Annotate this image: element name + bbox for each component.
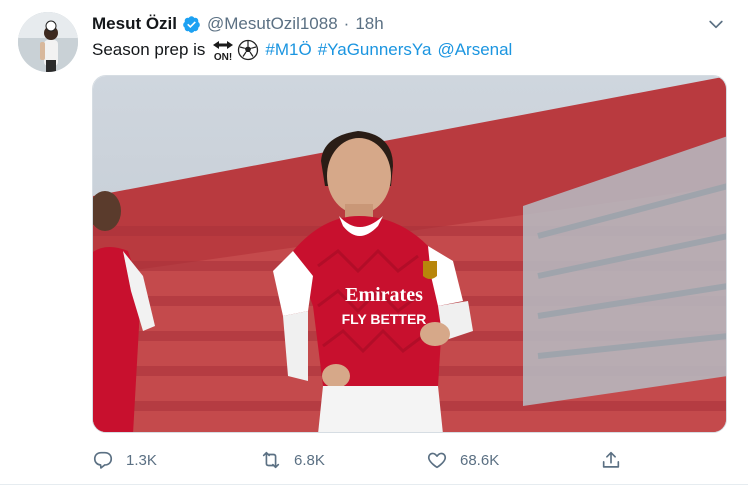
shirt-text-line-1: Emirates — [345, 284, 423, 306]
like-count: 68.6K — [460, 451, 500, 469]
on-emoji-label: ON! — [214, 52, 232, 62]
like-button[interactable]: 68.6K — [426, 446, 499, 474]
reply-button[interactable]: 1.3K — [92, 446, 157, 474]
heart-icon — [427, 452, 447, 469]
tweet-header: Mesut Özil @MesutOzil1088 · 18h — [92, 13, 728, 35]
share-icon — [602, 451, 620, 468]
author-name[interactable]: Mesut Özil — [92, 14, 177, 34]
tweet-time[interactable]: 18h — [355, 14, 383, 34]
mention-arsenal-link[interactable]: @Arsenal — [437, 38, 512, 62]
on-arrow-emoji-icon: ON! — [213, 41, 234, 62]
retweet-count: 6.8K — [294, 451, 325, 469]
share-button[interactable] — [600, 446, 634, 474]
author-handle[interactable]: @MesutOzil1088 — [207, 14, 338, 34]
separator-dot: · — [343, 14, 350, 33]
soccer-ball-emoji-icon — [238, 39, 259, 61]
reply-count: 1.3K — [126, 451, 157, 469]
chevron-down-icon[interactable] — [706, 14, 726, 34]
tweet-media-photo[interactable]: Emirates FLY BETTER — [92, 75, 727, 433]
retweet-icon — [262, 451, 280, 469]
tweet-text-prefix: Season prep is — [92, 40, 206, 59]
verified-badge-icon — [183, 15, 200, 33]
tweet-text: Season prep is ON! #M1Ö #YaGunnersYa @Ar… — [92, 38, 512, 62]
avatar[interactable] — [18, 12, 78, 72]
tweet-card[interactable]: Mesut Özil @MesutOzil1088 · 18h Season p… — [0, 0, 748, 485]
player-photo: Emirates FLY BETTER — [93, 76, 726, 432]
tweet-actions: 1.3K 6.8K 68.6K — [92, 446, 732, 474]
hashtag-m1o-link[interactable]: #M1Ö — [265, 38, 311, 62]
shirt-text-line-2: FLY BETTER — [342, 311, 427, 327]
hashtag-yagunnersya-link[interactable]: #YaGunnersYa — [318, 38, 432, 62]
reply-icon — [93, 451, 113, 469]
retweet-button[interactable]: 6.8K — [260, 446, 325, 474]
